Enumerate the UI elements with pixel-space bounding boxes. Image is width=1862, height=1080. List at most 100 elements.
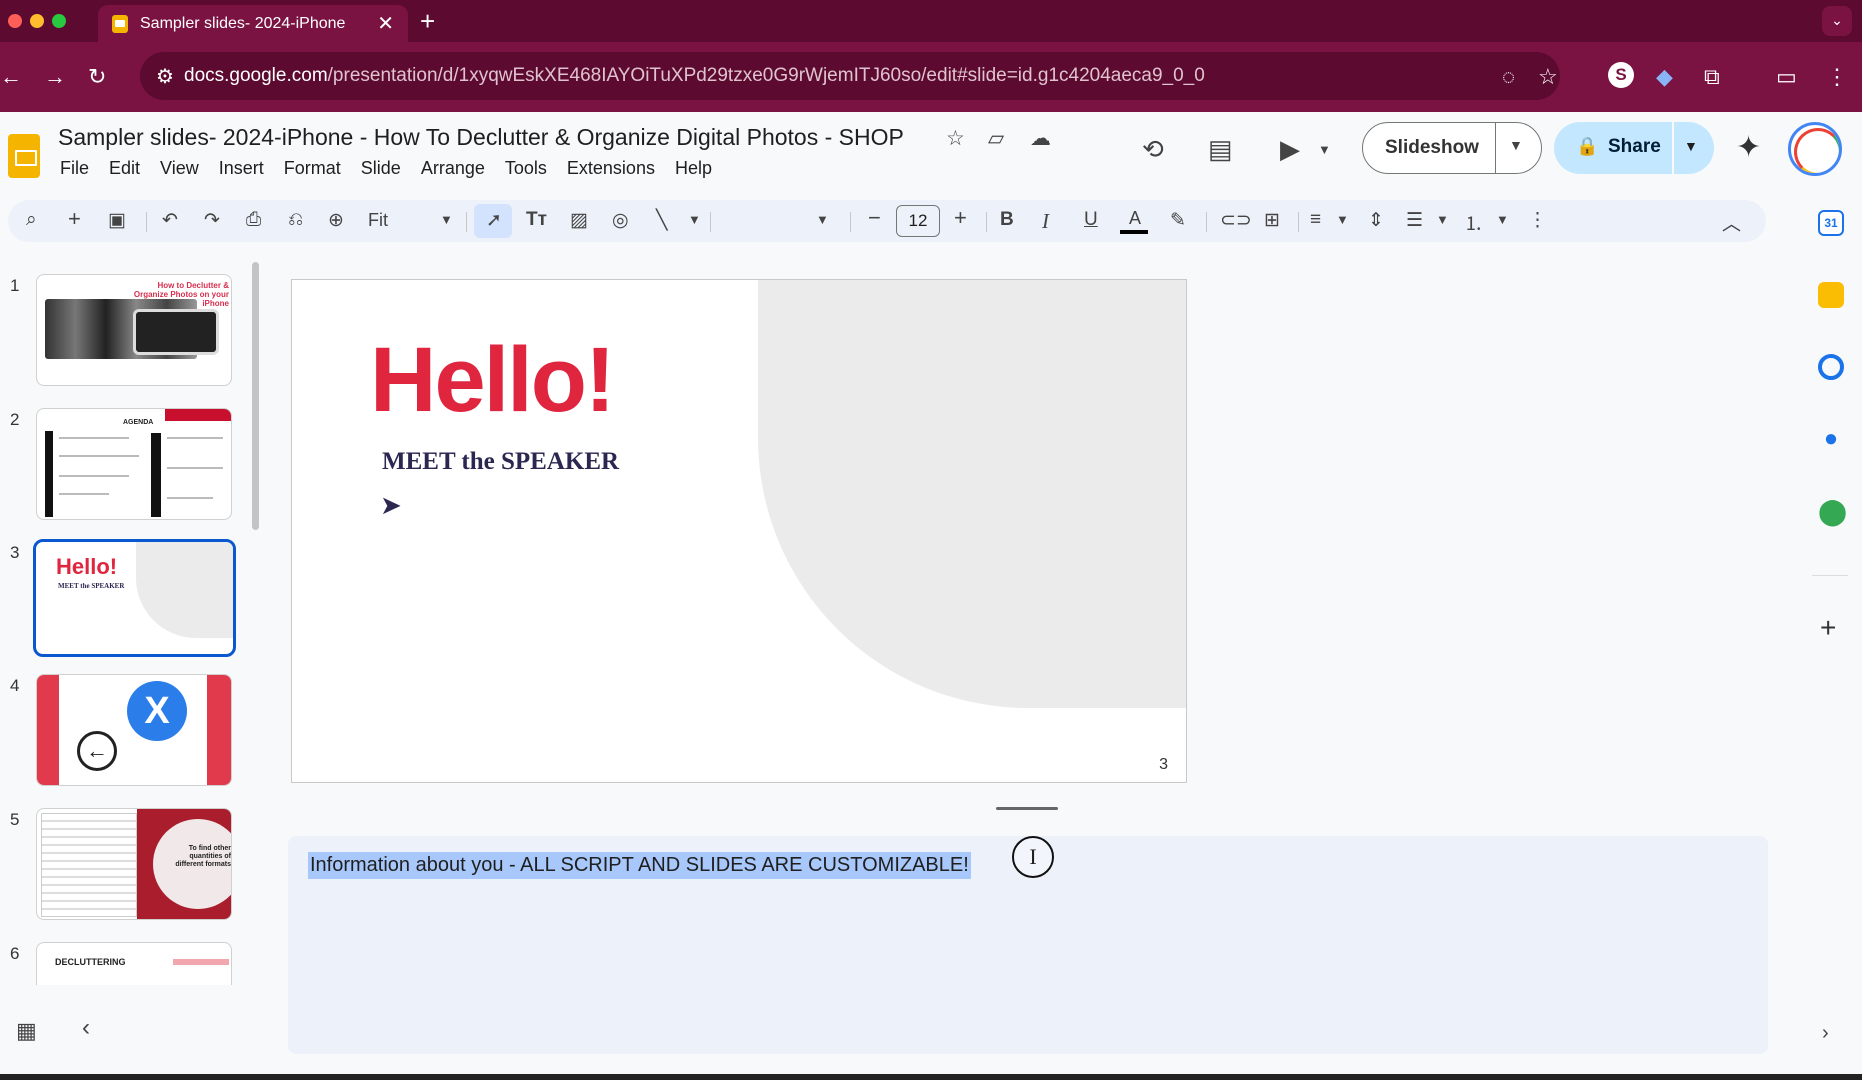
slideshow-button[interactable]: Slideshow ▼ (1362, 122, 1542, 174)
italic-button[interactable]: I (1042, 209, 1049, 234)
star-icon[interactable]: ☆ (946, 126, 965, 151)
slide-gray-shape[interactable] (758, 280, 1186, 708)
font-size-input[interactable]: 12 (896, 205, 940, 237)
text-color-button[interactable]: A (1120, 208, 1150, 234)
extension-shield-icon[interactable]: ◆ (1656, 64, 1673, 90)
site-settings-icon[interactable]: ⚙ (156, 64, 174, 89)
line-dropdown-chevron-icon[interactable]: ▼ (688, 212, 701, 227)
bulleted-list-icon[interactable]: ☰ (1406, 209, 1423, 232)
image-icon[interactable]: ▨ (570, 209, 588, 232)
highlight-pen-icon[interactable]: ✎ (1170, 209, 1186, 232)
meet-icon[interactable]: ▶ (1280, 134, 1300, 165)
number-dropdown-chevron-icon[interactable]: ▼ (1496, 212, 1509, 227)
line-spacing-icon[interactable]: ⇕ (1368, 209, 1384, 232)
slide-thumbnail-1[interactable]: How to Declutter & Organize Photos on yo… (36, 274, 232, 386)
align-icon[interactable]: ≡ (1310, 209, 1321, 231)
get-add-ons-icon[interactable]: + (1820, 612, 1836, 644)
eye-slash-icon[interactable]: ◌ (1502, 64, 1515, 90)
paint-format-icon[interactable]: ⎌ (288, 209, 303, 231)
close-window-button[interactable] (8, 14, 22, 28)
meet-dropdown-chevron-icon[interactable]: ▼ (1318, 142, 1331, 157)
tab-close-icon[interactable]: ✕ (377, 11, 394, 36)
font-dropdown-chevron-icon[interactable]: ▼ (816, 212, 829, 227)
browser-tab[interactable]: Sampler slides- 2024-iPhone ✕ (98, 5, 408, 42)
extensions-puzzle-icon[interactable]: ⧉ (1704, 64, 1720, 90)
gemini-icon[interactable]: ✦ (1736, 130, 1761, 165)
numbered-list-icon[interactable]: ⒈ (1464, 209, 1483, 236)
cloud-saved-icon[interactable]: ☁ (1030, 126, 1051, 151)
share-button[interactable]: 🔒 Share ▼ (1554, 122, 1714, 174)
grid-view-icon[interactable]: ▦ (16, 1018, 37, 1044)
slide-thumbnail-5[interactable]: To find other quantities of different fo… (36, 808, 232, 920)
line-icon[interactable]: ╲ (656, 209, 667, 232)
select-icon[interactable]: ➚ (486, 209, 502, 232)
print-icon[interactable]: ⎙ (246, 209, 261, 231)
underline-button[interactable]: U (1084, 209, 1098, 231)
maximize-window-button[interactable] (52, 14, 66, 28)
comment-add-icon[interactable]: ⊞ (1264, 209, 1280, 232)
bold-button[interactable]: B (1000, 209, 1014, 231)
menu-edit[interactable]: Edit (109, 158, 140, 179)
menu-format[interactable]: Format (284, 158, 341, 179)
more-icon[interactable]: ⋮ (1528, 209, 1547, 232)
increase-font-size-icon[interactable]: + (954, 205, 967, 231)
zoom-dropdown-chevron-icon[interactable]: ▼ (440, 212, 453, 227)
contacts-icon[interactable]: ● (1818, 426, 1844, 452)
calendar-icon[interactable]: 31 (1818, 210, 1844, 236)
slide-thumbnail-2[interactable]: AGENDA (36, 408, 232, 520)
speaker-notes-text[interactable]: Information about you - ALL SCRIPT AND S… (308, 852, 971, 879)
extension-s-icon[interactable]: S (1608, 62, 1634, 88)
notes-resize-handle[interactable] (996, 807, 1058, 810)
share-dropdown-chevron-icon[interactable]: ▼ (1684, 138, 1698, 154)
zoom-select[interactable]: Fit (368, 210, 388, 231)
slide-thumbnail-4[interactable]: X ← (36, 674, 232, 786)
show-side-panel-chevron-icon[interactable]: › (1822, 1022, 1829, 1045)
new-slide-layout-icon[interactable]: ▣ (108, 209, 126, 232)
url-text[interactable]: docs.google.com/presentation/d/1xyqwEskX… (184, 65, 1205, 87)
slides-logo-icon[interactable] (8, 134, 40, 178)
collapse-filmstrip-chevron-icon[interactable]: ‹ (82, 1014, 90, 1042)
collapse-toolbar-chevron-icon[interactable]: ︿ (1722, 209, 1741, 236)
forward-arrow-icon[interactable]: → (44, 64, 66, 90)
text-box-icon[interactable]: Tт (526, 209, 547, 231)
slide-thumbnail-3[interactable]: Hello! MEET the SPEAKER (33, 539, 236, 657)
document-title[interactable]: Sampler slides- 2024-iPhone - How To Dec… (58, 124, 904, 151)
bookmark-star-icon[interactable]: ☆ (1538, 64, 1558, 90)
decrease-font-size-icon[interactable]: − (868, 205, 881, 231)
comments-icon[interactable]: ▤ (1208, 134, 1233, 165)
sidebar-toggle-icon[interactable]: ▭ (1776, 64, 1797, 90)
redo-icon[interactable]: ↷ (204, 209, 220, 232)
menu-view[interactable]: View (160, 158, 199, 179)
menu-extensions[interactable]: Extensions (567, 158, 655, 179)
new-tab-button[interactable]: + (420, 6, 435, 37)
shape-icon[interactable]: ◎ (612, 209, 629, 232)
slide-arrow-icon[interactable]: ➤ (380, 490, 402, 521)
current-slide[interactable]: Hello! MEET the SPEAKER ➤ 3 (291, 279, 1187, 783)
tab-search-chevron-icon[interactable]: ⌄ (1822, 6, 1852, 36)
zoom-icon[interactable]: ⊕ (328, 209, 344, 232)
tasks-icon[interactable] (1818, 354, 1844, 380)
keep-icon[interactable] (1818, 282, 1844, 308)
browser-menu-icon[interactable]: ⋮ (1826, 64, 1848, 90)
add-icon[interactable]: + (68, 206, 81, 232)
slide-thumbnail-6[interactable]: DECLUTTERING (36, 942, 232, 985)
bullet-dropdown-chevron-icon[interactable]: ▼ (1436, 212, 1449, 227)
search-icon[interactable]: ⌕ (26, 209, 37, 231)
menu-insert[interactable]: Insert (219, 158, 264, 179)
slide-subheading[interactable]: MEET the SPEAKER (382, 448, 619, 476)
filmstrip-scrollbar[interactable] (252, 262, 259, 530)
url-omnibox[interactable]: ⚙ docs.google.com/presentation/d/1xyqwEs… (140, 52, 1560, 100)
link-icon[interactable]: ⊂⊃ (1220, 209, 1252, 232)
menu-slide[interactable]: Slide (361, 158, 401, 179)
menu-file[interactable]: File (60, 158, 89, 179)
menu-arrange[interactable]: Arrange (421, 158, 485, 179)
back-arrow-icon[interactable]: ← (0, 64, 22, 90)
slide-heading[interactable]: Hello! (370, 328, 616, 433)
history-icon[interactable]: ⟲ (1142, 134, 1164, 165)
minimize-window-button[interactable] (30, 14, 44, 28)
align-dropdown-chevron-icon[interactable]: ▼ (1336, 212, 1349, 227)
account-avatar[interactable] (1788, 122, 1842, 176)
maps-icon[interactable]: ⬤ (1818, 498, 1847, 524)
menu-help[interactable]: Help (675, 158, 712, 179)
undo-icon[interactable]: ↶ (162, 209, 178, 232)
